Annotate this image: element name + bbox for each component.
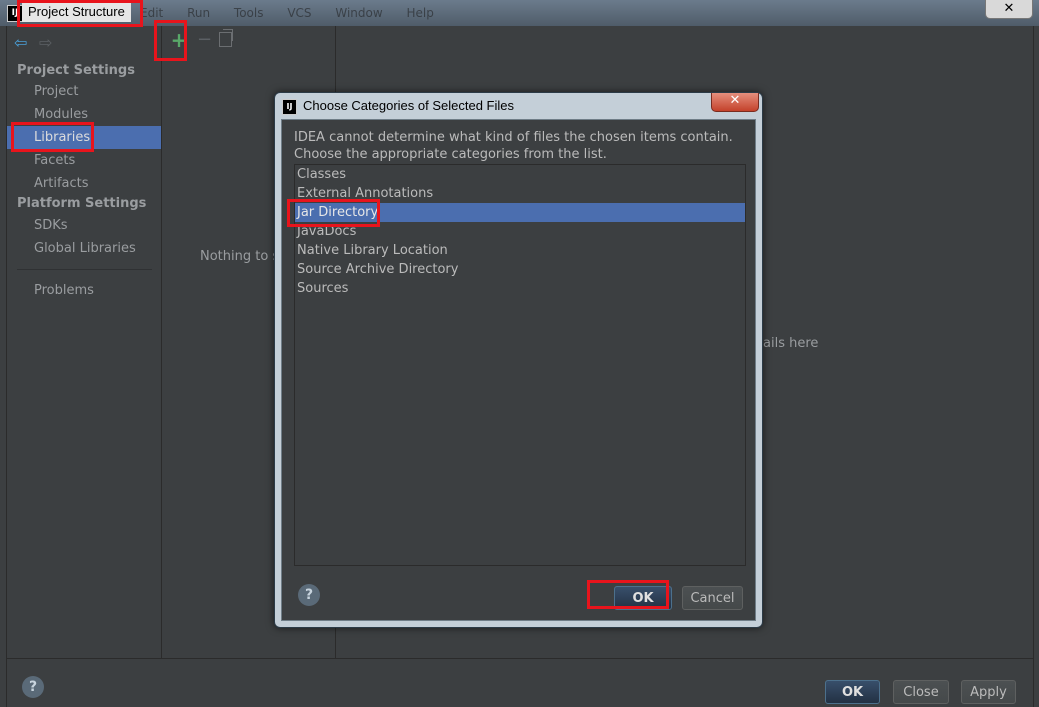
category-item-classes[interactable]: Classes: [295, 165, 745, 184]
window-title: Project Structure: [22, 2, 131, 22]
category-item-source-archive-directory[interactable]: Source Archive Directory: [295, 260, 745, 279]
footer-divider: [7, 658, 1033, 659]
menu-item: Run: [187, 6, 211, 20]
dialog-help-icon[interactable]: ?: [298, 584, 320, 606]
project-settings-header: Project Settings: [17, 63, 135, 78]
sidebar-item-artifacts[interactable]: Artifacts: [7, 172, 161, 195]
dialog-title: Choose Categories of Selected Files: [303, 98, 515, 113]
back-arrow-icon[interactable]: ⇦: [14, 33, 27, 52]
sidebar-item-global-libraries[interactable]: Global Libraries: [7, 237, 161, 260]
settings-sidebar: ⇦ ⇨ Project Settings Project Modules Lib…: [7, 26, 162, 658]
window-close-button[interactable]: ✕: [985, 0, 1033, 19]
remove-icon[interactable]: −: [197, 28, 213, 52]
category-item-sources[interactable]: Sources: [295, 279, 745, 298]
empty-list-text: Nothing to s: [200, 249, 280, 264]
ok-button[interactable]: OK: [825, 680, 880, 704]
category-item-native-library-location[interactable]: Native Library Location: [295, 241, 745, 260]
dialog-message-line1: IDEA cannot determine what kind of files…: [294, 130, 733, 145]
category-item-javadocs[interactable]: JavaDocs: [295, 222, 745, 241]
dialog-body: IDEA cannot determine what kind of files…: [281, 119, 756, 621]
help-icon[interactable]: ?: [22, 676, 44, 698]
dialog-cancel-button[interactable]: Cancel: [682, 586, 743, 610]
intellij-app-icon: IJ: [7, 5, 23, 22]
sidebar-item-facets[interactable]: Facets: [7, 149, 161, 172]
dialog-message-line2: Choose the appropriate categories from t…: [294, 147, 607, 162]
choose-categories-dialog: IJ Choose Categories of Selected Files ✕…: [274, 92, 763, 628]
sidebar-item-project[interactable]: Project: [7, 80, 161, 103]
sidebar-item-sdks[interactable]: SDKs: [7, 214, 161, 237]
menu-item: Window: [335, 6, 383, 20]
add-icon[interactable]: +: [167, 28, 191, 52]
menu-item: VCS: [287, 6, 312, 20]
dialog-titlebar: IJ Choose Categories of Selected Files ✕: [275, 93, 762, 119]
category-item-jar-directory[interactable]: Jar Directory: [295, 203, 745, 222]
categories-list: Classes External Annotations Jar Directo…: [294, 164, 746, 566]
details-placeholder-text: ails here: [763, 336, 819, 351]
category-item-external-annotations[interactable]: External Annotations: [295, 184, 745, 203]
menu-item: Tools: [233, 6, 264, 20]
menu-item: Edit: [140, 6, 164, 20]
close-button[interactable]: Close: [893, 680, 949, 704]
intellij-dialog-icon: IJ: [282, 99, 297, 115]
menu-item: Help: [406, 6, 434, 20]
dialog-ok-button[interactable]: OK: [614, 586, 672, 610]
dialog-close-button[interactable]: ✕: [711, 93, 759, 112]
sidebar-item-problems[interactable]: Problems: [7, 279, 161, 302]
apply-button[interactable]: Apply: [961, 680, 1016, 704]
sidebar-separator: [17, 269, 152, 270]
sidebar-item-libraries[interactable]: Libraries: [7, 126, 161, 149]
copy-icon[interactable]: [219, 29, 233, 47]
forward-arrow-icon[interactable]: ⇨: [39, 33, 52, 52]
sidebar-item-modules[interactable]: Modules: [7, 103, 161, 126]
platform-settings-header: Platform Settings: [17, 196, 147, 211]
window-titlebar: IJ Project Structure Edit Run Tools VCS …: [0, 0, 1039, 26]
menu-bar-ghost: Edit Run Tools VCS Window Help: [140, 6, 454, 20]
